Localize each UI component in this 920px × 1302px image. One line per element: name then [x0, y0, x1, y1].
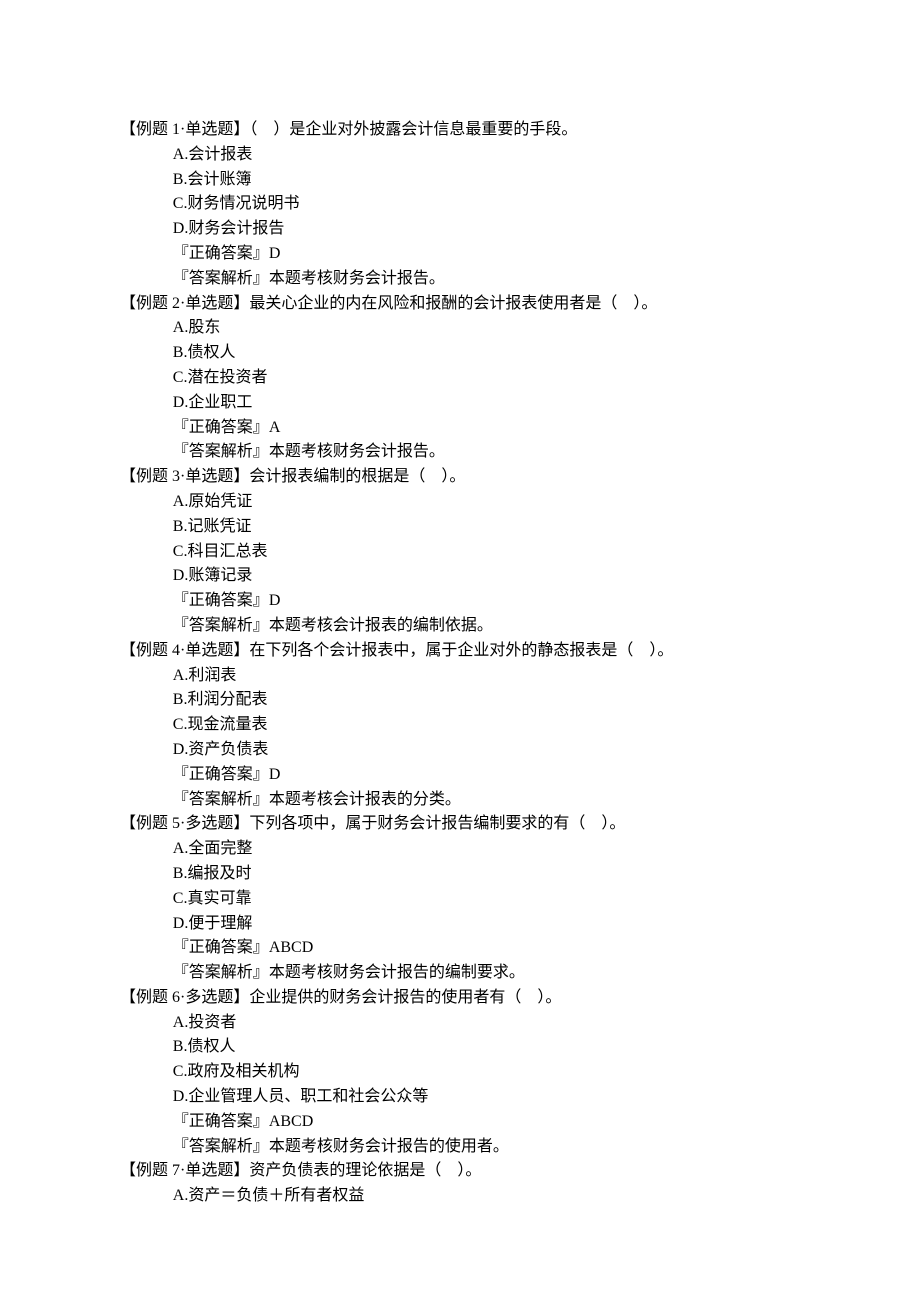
analysis-label: 『答案解析』 [173, 1138, 269, 1155]
question-option: B.债权人 [120, 1035, 800, 1060]
question-option: D.企业职工 [120, 391, 800, 416]
analysis-text: 本题考核财务会计报告。 [269, 443, 445, 460]
question-option: D.账簿记录 [120, 564, 800, 589]
analysis-line: 『答案解析』本题考核财务会计报告。 [120, 267, 800, 292]
question-option: C.真实可靠 [120, 887, 800, 912]
question-option: B.债权人 [120, 341, 800, 366]
answer-line: 『正确答案』ABCD [120, 936, 800, 961]
analysis-text: 本题考核财务会计报告的使用者。 [269, 1138, 509, 1155]
question-option: D.资产负债表 [120, 738, 800, 763]
question-option: B.会计账簿 [120, 168, 800, 193]
question-stem-text: 会计报表编制的根据是（ ）。 [249, 468, 465, 485]
answer-value: D [269, 766, 281, 783]
question-block: 【例题 3·单选题】会计报表编制的根据是（ ）。A.原始凭证B.记账凭证C.科目… [120, 465, 800, 639]
question-stem: 【例题 5·多选题】下列各项中，属于财务会计报告编制要求的有（ ）。 [120, 812, 800, 837]
answer-label: 『正确答案』 [173, 592, 269, 609]
answer-value: A [269, 419, 281, 436]
question-tag: 【例题 3·单选题】 [120, 468, 249, 485]
answer-line: 『正确答案』D [120, 763, 800, 788]
question-block: 【例题 2·单选题】最关心企业的内在风险和报酬的会计报表使用者是（ ）。A.股东… [120, 292, 800, 466]
question-tag: 【例题 1·单选题】 [120, 121, 249, 138]
question-option: B.利润分配表 [120, 688, 800, 713]
answer-line: 『正确答案』D [120, 242, 800, 267]
question-tag: 【例题 4·单选题】 [120, 642, 249, 659]
question-option: D.企业管理人员、职工和社会公众等 [120, 1085, 800, 1110]
question-option: C.政府及相关机构 [120, 1060, 800, 1085]
analysis-text: 本题考核会计报表的分类。 [269, 791, 461, 808]
question-stem: 【例题 4·单选题】在下列各个会计报表中，属于企业对外的静态报表是（ ）。 [120, 639, 800, 664]
analysis-label: 『答案解析』 [173, 791, 269, 808]
question-stem-text: （ ）是企业对外披露会计信息最重要的手段。 [249, 121, 577, 138]
question-block: 【例题 7·单选题】资产负债表的理论依据是（ ）。A.资产＝负债＋所有者权益 [120, 1159, 800, 1209]
question-option: C.科目汇总表 [120, 540, 800, 565]
question-option: B.记账凭证 [120, 515, 800, 540]
question-option: A.股东 [120, 316, 800, 341]
question-tag: 【例题 7·单选题】 [120, 1162, 249, 1179]
question-option: A.全面完整 [120, 837, 800, 862]
answer-value: ABCD [269, 1113, 313, 1130]
question-block: 【例题 6·多选题】企业提供的财务会计报告的使用者有（ ）。A.投资者B.债权人… [120, 986, 800, 1160]
answer-line: 『正确答案』ABCD [120, 1110, 800, 1135]
question-stem-text: 下列各项中，属于财务会计报告编制要求的有（ ）。 [249, 815, 625, 832]
answer-value: D [269, 245, 281, 262]
analysis-label: 『答案解析』 [173, 443, 269, 460]
question-option: C.财务情况说明书 [120, 192, 800, 217]
answer-label: 『正确答案』 [173, 1113, 269, 1130]
answer-value: ABCD [269, 939, 313, 956]
question-stem-text: 企业提供的财务会计报告的使用者有（ ）。 [249, 989, 561, 1006]
question-option: A.会计报表 [120, 143, 800, 168]
question-stem: 【例题 3·单选题】会计报表编制的根据是（ ）。 [120, 465, 800, 490]
answer-line: 『正确答案』A [120, 416, 800, 441]
answer-line: 『正确答案』D [120, 589, 800, 614]
question-option: A.原始凭证 [120, 490, 800, 515]
question-stem: 【例题 7·单选题】资产负债表的理论依据是（ ）。 [120, 1159, 800, 1184]
question-option: D.便于理解 [120, 912, 800, 937]
question-block: 【例题 4·单选题】在下列各个会计报表中，属于企业对外的静态报表是（ ）。A.利… [120, 639, 800, 813]
answer-value: D [269, 592, 281, 609]
analysis-line: 『答案解析』本题考核财务会计报告的使用者。 [120, 1135, 800, 1160]
question-stem-text: 在下列各个会计报表中，属于企业对外的静态报表是（ ）。 [249, 642, 673, 659]
question-option: C.潜在投资者 [120, 366, 800, 391]
analysis-text: 本题考核会计报表的编制依据。 [269, 617, 493, 634]
question-option: A.资产＝负债＋所有者权益 [120, 1184, 800, 1209]
analysis-label: 『答案解析』 [173, 964, 269, 981]
answer-label: 『正确答案』 [173, 245, 269, 262]
question-stem-text: 最关心企业的内在风险和报酬的会计报表使用者是（ ）。 [249, 295, 657, 312]
question-tag: 【例题 6·多选题】 [120, 989, 249, 1006]
question-option: B.编报及时 [120, 862, 800, 887]
answer-label: 『正确答案』 [173, 766, 269, 783]
question-option: D.财务会计报告 [120, 217, 800, 242]
question-stem-text: 资产负债表的理论依据是（ ）。 [249, 1162, 481, 1179]
analysis-line: 『答案解析』本题考核会计报表的分类。 [120, 788, 800, 813]
analysis-text: 本题考核财务会计报告。 [269, 270, 445, 287]
answer-label: 『正确答案』 [173, 419, 269, 436]
question-option: A.利润表 [120, 664, 800, 689]
question-stem: 【例题 2·单选题】最关心企业的内在风险和报酬的会计报表使用者是（ ）。 [120, 292, 800, 317]
analysis-line: 『答案解析』本题考核会计报表的编制依据。 [120, 614, 800, 639]
analysis-label: 『答案解析』 [173, 270, 269, 287]
question-tag: 【例题 5·多选题】 [120, 815, 249, 832]
answer-label: 『正确答案』 [173, 939, 269, 956]
analysis-text: 本题考核财务会计报告的编制要求。 [269, 964, 525, 981]
question-stem: 【例题 6·多选题】企业提供的财务会计报告的使用者有（ ）。 [120, 986, 800, 1011]
question-stem: 【例题 1·单选题】（ ）是企业对外披露会计信息最重要的手段。 [120, 118, 800, 143]
analysis-line: 『答案解析』本题考核财务会计报告。 [120, 440, 800, 465]
document-page: 【例题 1·单选题】（ ）是企业对外披露会计信息最重要的手段。A.会计报表B.会… [0, 0, 920, 1302]
question-tag: 【例题 2·单选题】 [120, 295, 249, 312]
analysis-line: 『答案解析』本题考核财务会计报告的编制要求。 [120, 961, 800, 986]
question-option: C.现金流量表 [120, 713, 800, 738]
question-option: A.投资者 [120, 1011, 800, 1036]
question-block: 【例题 1·单选题】（ ）是企业对外披露会计信息最重要的手段。A.会计报表B.会… [120, 118, 800, 292]
question-block: 【例题 5·多选题】下列各项中，属于财务会计报告编制要求的有（ ）。A.全面完整… [120, 812, 800, 986]
analysis-label: 『答案解析』 [173, 617, 269, 634]
